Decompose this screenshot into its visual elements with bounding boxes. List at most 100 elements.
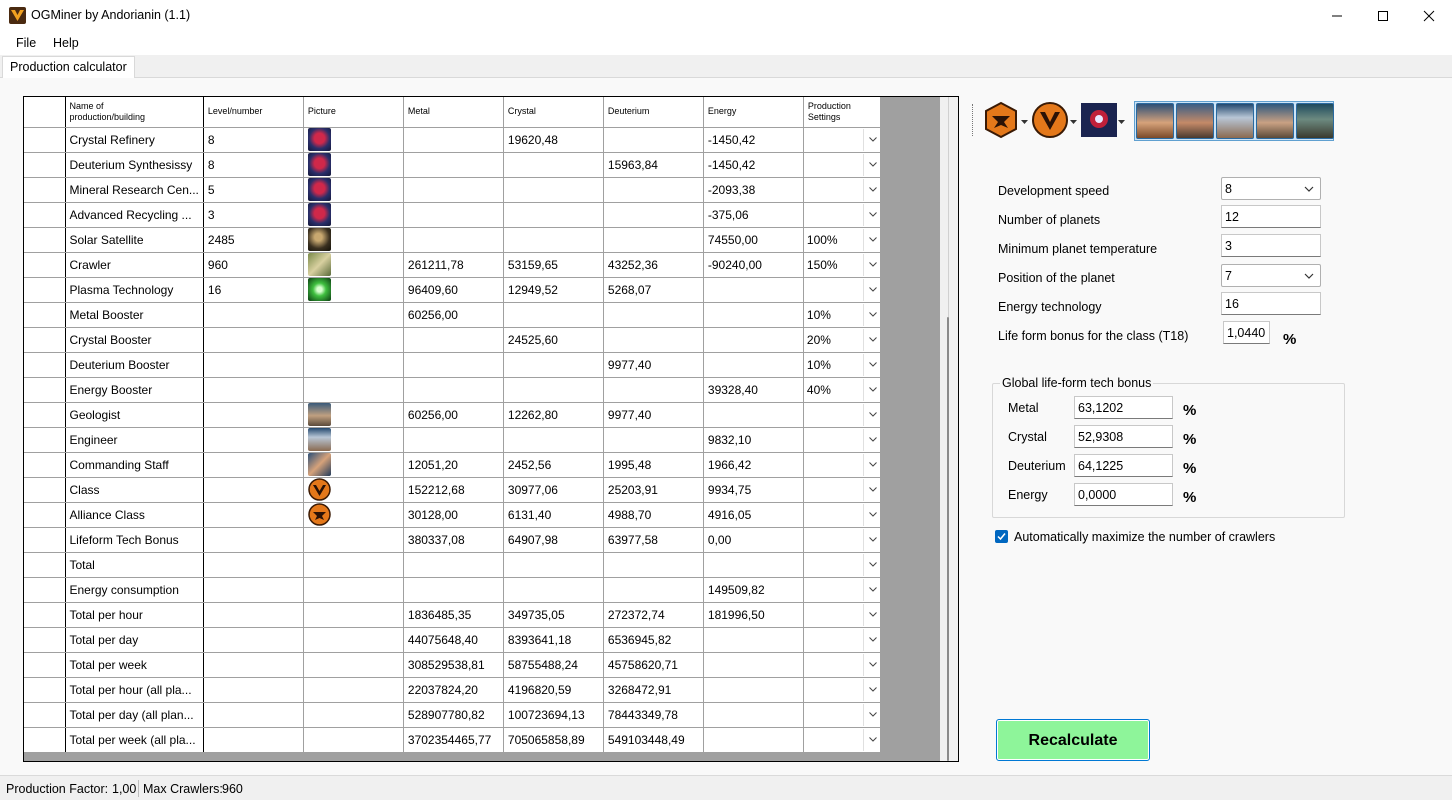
dropdown-button[interactable] <box>862 278 880 301</box>
cell-metal[interactable]: 152212,68 <box>403 477 504 503</box>
cell-level[interactable] <box>203 452 304 478</box>
cell-energy[interactable]: -1450,42 <box>703 152 804 178</box>
row-header[interactable] <box>24 427 66 453</box>
row-header[interactable] <box>24 677 66 703</box>
cell-deuterium[interactable]: 45758620,71 <box>603 652 704 678</box>
cell-crystal[interactable]: 64907,98 <box>503 527 604 553</box>
cell-metal[interactable]: 3702354465,77 <box>403 727 504 753</box>
dropdown-button[interactable] <box>862 528 880 551</box>
cell-deuterium[interactable]: 9977,40 <box>603 352 704 378</box>
cell-energy[interactable] <box>703 627 804 653</box>
cell-metal[interactable]: 60256,00 <box>403 402 504 428</box>
production-settings-select[interactable] <box>804 553 880 577</box>
cell-deuterium[interactable]: 549103448,49 <box>603 727 704 753</box>
production-settings-select[interactable] <box>804 678 880 702</box>
cell-name[interactable]: Deuterium Synthesissy <box>65 152 204 178</box>
admiral-icon[interactable] <box>1176 103 1214 139</box>
cell-crystal[interactable]: 6131,40 <box>503 502 604 528</box>
cell-energy[interactable]: 39328,40 <box>703 377 804 403</box>
dropdown-button[interactable] <box>862 128 880 151</box>
development-speed-select[interactable]: 8 <box>1221 177 1321 200</box>
cell-energy[interactable]: 0,00 <box>703 527 804 553</box>
production-settings-select[interactable]: 10% <box>804 353 880 377</box>
technocrat-icon[interactable] <box>1296 103 1334 139</box>
production-settings-select[interactable] <box>804 478 880 502</box>
bonus-deuterium-input[interactable]: 64,1225 <box>1074 454 1173 477</box>
cell-energy[interactable] <box>703 402 804 428</box>
cell-energy[interactable]: 149509,82 <box>703 577 804 603</box>
cell-deuterium[interactable]: 43252,36 <box>603 252 704 278</box>
col-header-picture[interactable]: Picture <box>303 97 404 128</box>
cell-deuterium[interactable] <box>603 202 704 228</box>
cell-energy[interactable]: 181996,50 <box>703 602 804 628</box>
dropdown-button[interactable] <box>862 453 880 476</box>
production-settings-select[interactable] <box>804 403 880 427</box>
production-settings-select[interactable] <box>804 503 880 527</box>
bonus-energy-input[interactable]: 0,0000 <box>1074 483 1173 506</box>
cell-crystal[interactable]: 2452,56 <box>503 452 604 478</box>
production-settings-select[interactable] <box>804 628 880 652</box>
production-settings-select[interactable] <box>804 653 880 677</box>
row-header[interactable] <box>24 127 66 153</box>
cell-metal[interactable] <box>403 352 504 378</box>
geologist-icon[interactable] <box>1256 103 1294 139</box>
cell-energy[interactable]: -1450,42 <box>703 127 804 153</box>
cell-crystal[interactable]: 8393641,18 <box>503 627 604 653</box>
cell-energy[interactable] <box>703 727 804 753</box>
cell-energy[interactable] <box>703 677 804 703</box>
alliance-class-button[interactable] <box>982 100 1020 140</box>
cell-metal[interactable]: 22037824,20 <box>403 677 504 703</box>
cell-crystal[interactable] <box>503 377 604 403</box>
cell-level[interactable] <box>203 427 304 453</box>
cell-crystal[interactable]: 100723694,13 <box>503 702 604 728</box>
cell-name[interactable]: Mineral Research Cen... <box>65 177 204 203</box>
cell-energy[interactable] <box>703 352 804 378</box>
scrollbar-thumb[interactable] <box>947 317 949 761</box>
commander-icon[interactable] <box>1136 103 1174 139</box>
cell-level[interactable] <box>203 627 304 653</box>
cell-name[interactable]: Solar Satellite <box>65 227 204 253</box>
cell-energy[interactable]: 9832,10 <box>703 427 804 453</box>
cell-deuterium[interactable] <box>603 377 704 403</box>
dropdown-button[interactable] <box>862 253 880 276</box>
bonus-crystal-input[interactable]: 52,9308 <box>1074 425 1173 448</box>
cell-name[interactable]: Total per week <box>65 652 204 678</box>
production-settings-select[interactable]: 40% <box>804 378 880 402</box>
cell-crystal[interactable]: 12262,80 <box>503 402 604 428</box>
cell-energy[interactable] <box>703 702 804 728</box>
minimize-button[interactable] <box>1314 0 1360 31</box>
dropdown-button[interactable] <box>862 653 880 676</box>
cell-crystal[interactable]: 58755488,24 <box>503 652 604 678</box>
number-of-planets-input[interactable]: 12 <box>1221 205 1321 228</box>
cell-metal[interactable] <box>403 202 504 228</box>
cell-name[interactable]: Total per day <box>65 627 204 653</box>
dropdown-button[interactable] <box>862 378 880 401</box>
row-header[interactable] <box>24 477 66 503</box>
row-header[interactable] <box>24 452 66 478</box>
cell-crystal[interactable] <box>503 552 604 578</box>
production-settings-select[interactable]: 100% <box>804 228 880 252</box>
cell-crystal[interactable]: 12949,52 <box>503 277 604 303</box>
cell-level[interactable] <box>203 652 304 678</box>
dropdown-button[interactable] <box>862 678 880 701</box>
cell-level[interactable]: 5 <box>203 177 304 203</box>
cell-crystal[interactable] <box>503 152 604 178</box>
cell-level[interactable] <box>203 727 304 753</box>
cell-crystal[interactable]: 24525,60 <box>503 327 604 353</box>
cell-level[interactable] <box>203 327 304 353</box>
cell-energy[interactable]: 9934,75 <box>703 477 804 503</box>
cell-level[interactable] <box>203 402 304 428</box>
lifeform-button[interactable] <box>1080 100 1118 140</box>
production-settings-select[interactable] <box>804 203 880 227</box>
cell-deuterium[interactable]: 78443349,78 <box>603 702 704 728</box>
energy-technology-input[interactable]: 16 <box>1221 292 1321 315</box>
production-settings-select[interactable] <box>804 703 880 727</box>
cell-metal[interactable]: 308529538,81 <box>403 652 504 678</box>
row-header[interactable] <box>24 577 66 603</box>
cell-crystal[interactable]: 705065858,89 <box>503 727 604 753</box>
dropdown-button[interactable] <box>862 328 880 351</box>
cell-deuterium[interactable] <box>603 177 704 203</box>
cell-crystal[interactable] <box>503 302 604 328</box>
row-header[interactable] <box>24 627 66 653</box>
production-settings-select[interactable] <box>804 453 880 477</box>
